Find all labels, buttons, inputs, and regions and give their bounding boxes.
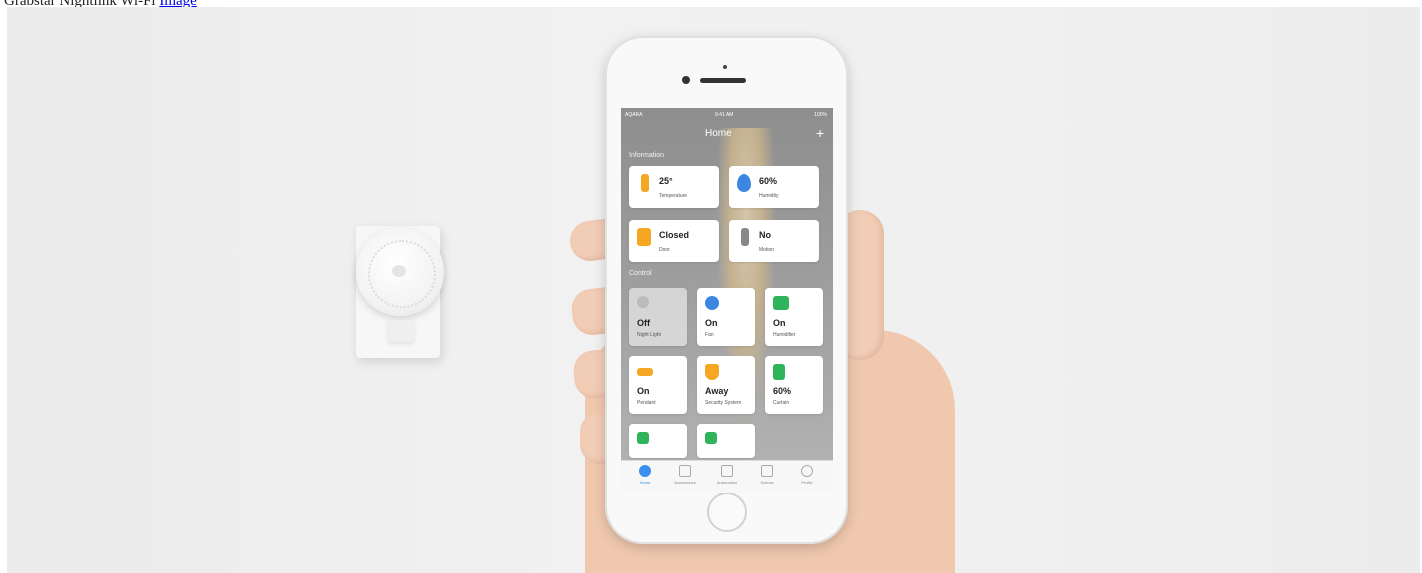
pendant-lamp-icon xyxy=(637,368,653,376)
pendant-value: On xyxy=(637,386,650,396)
device-sensor xyxy=(392,265,406,277)
night-light-value: Off xyxy=(637,318,650,328)
security-label: Security System xyxy=(705,400,742,406)
tab-accessories[interactable]: Accessories xyxy=(667,465,703,485)
card-curtain[interactable]: 60% Curtain xyxy=(765,356,823,414)
temperature-label: Temperature xyxy=(659,193,688,199)
door-label: Door xyxy=(659,247,670,253)
humidity-label: Humidity xyxy=(759,193,779,199)
add-button[interactable]: + xyxy=(816,125,824,141)
security-value: Away xyxy=(705,386,729,396)
card-night-light[interactable]: Off Night Light xyxy=(629,288,687,346)
scenes-icon xyxy=(761,465,773,477)
tab-scenes[interactable]: Scenes xyxy=(749,465,785,485)
curtain-value: 60% xyxy=(773,386,792,396)
pendant-label: Pendant xyxy=(637,400,656,406)
motion-label: Motion xyxy=(759,247,775,253)
fan-label: Fan xyxy=(705,332,714,338)
water-drop-icon xyxy=(737,174,751,192)
tab-profile[interactable]: Profile xyxy=(789,465,825,485)
card-pendant[interactable]: On Pendant xyxy=(629,356,687,414)
card-door[interactable]: Closed Door xyxy=(629,220,719,262)
door-value: Closed xyxy=(659,230,690,240)
automation-icon xyxy=(721,465,733,477)
card-fan[interactable]: On Fan xyxy=(697,288,755,346)
curtain-icon xyxy=(773,364,785,380)
home-title[interactable]: Home xyxy=(705,128,732,139)
tab-scenes-label: Scenes xyxy=(760,480,774,485)
front-camera xyxy=(682,76,690,84)
phone-screen: AQARA 9:41 AM 100% Home + Information 25… xyxy=(621,108,833,493)
card-security[interactable]: Away Security System xyxy=(697,356,755,414)
card-motion[interactable]: No Motion xyxy=(729,220,819,262)
switch-icon xyxy=(637,432,649,444)
accessories-icon xyxy=(679,465,691,477)
humidifier-label: Humidifier xyxy=(773,332,796,338)
temperature-value: 25° xyxy=(659,176,673,186)
fan-icon xyxy=(705,296,719,310)
proximity-sensor xyxy=(723,65,727,69)
tab-home[interactable]: Home xyxy=(627,465,663,485)
fan-value: On xyxy=(705,318,718,328)
motion-icon xyxy=(741,228,749,246)
humidifier-icon xyxy=(773,296,789,310)
battery: 100% xyxy=(814,112,827,118)
tab-automation[interactable]: Automation xyxy=(709,465,745,485)
device-plug xyxy=(388,320,414,342)
humidity-value: 60% xyxy=(759,176,778,186)
carrier: AQARA xyxy=(625,112,643,118)
tab-accessories-label: Accessories xyxy=(674,480,696,485)
home-icon xyxy=(639,465,651,477)
tab-profile-label: Profile xyxy=(801,480,813,485)
night-light-label: Night Light xyxy=(637,332,661,338)
profile-icon xyxy=(801,465,813,477)
shield-icon xyxy=(705,364,719,380)
card-extra-1[interactable] xyxy=(629,424,687,458)
card-extra-2[interactable] xyxy=(697,424,755,458)
card-humidity[interactable]: 60% Humidity xyxy=(729,166,819,208)
humidifier-value: On xyxy=(773,318,786,328)
earpiece-speaker xyxy=(700,78,746,83)
tab-bar: Home Accessories Automation Scenes Profi… xyxy=(621,460,833,493)
tab-home-label: Home xyxy=(639,480,651,485)
motion-value: No xyxy=(759,230,771,240)
status-bar: AQARA 9:41 AM 100% xyxy=(621,108,833,122)
tab-automation-label: Automation xyxy=(716,480,738,485)
section-information: Information xyxy=(629,152,665,159)
switch-icon xyxy=(705,432,717,444)
bulb-icon xyxy=(637,296,649,308)
card-humidifier[interactable]: On Humidifier xyxy=(765,288,823,346)
thermometer-icon xyxy=(641,174,649,192)
door-icon xyxy=(637,228,651,246)
clock: 9:41 AM xyxy=(715,112,734,118)
section-control: Control xyxy=(629,270,652,277)
card-temperature[interactable]: 25° Temperature xyxy=(629,166,719,208)
home-button[interactable] xyxy=(707,492,747,532)
curtain-label: Curtain xyxy=(773,400,790,406)
